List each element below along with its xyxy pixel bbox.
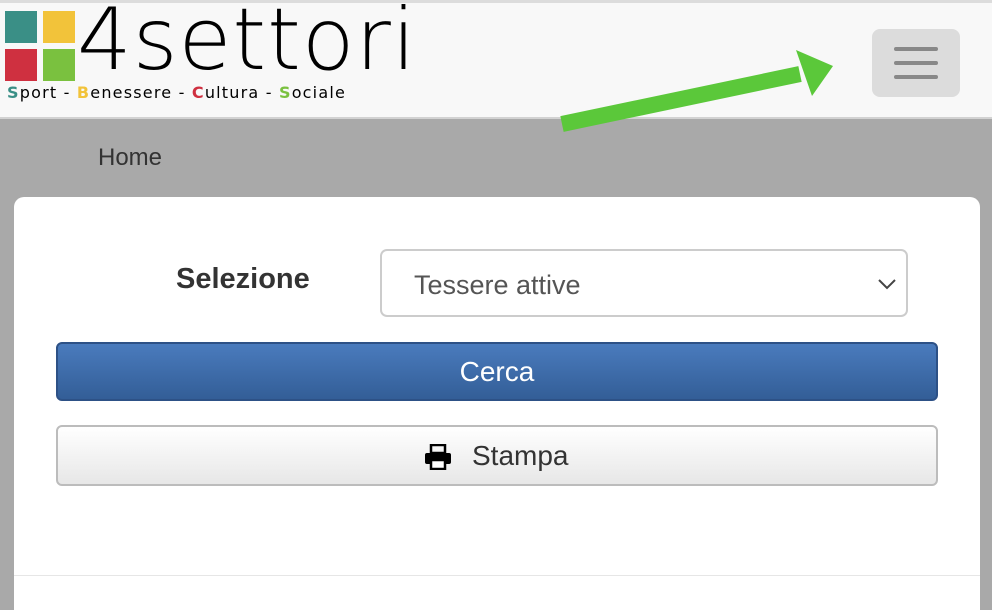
cerca-button[interactable]: Cerca — [56, 342, 938, 401]
menu-toggle-button[interactable] — [872, 29, 960, 97]
logo-square-teal — [5, 11, 37, 43]
print-icon — [425, 444, 451, 470]
navbar: 4settori Sport - Benessere - Cultura - S… — [0, 0, 992, 119]
selezione-select[interactable]: Tessere attive — [380, 249, 908, 317]
select-value: Tessere attive — [414, 270, 581, 300]
logo-square-green — [43, 49, 75, 81]
stampa-label: Stampa — [472, 440, 569, 471]
logo-square-red — [5, 49, 37, 81]
search-card: Selezione Tessere attive Cerca Stampa — [14, 197, 980, 610]
logo-square-yellow — [43, 11, 75, 43]
logo-tagline: Sport - Benessere - Cultura - Sociale — [7, 83, 347, 102]
stampa-button[interactable]: Stampa — [56, 425, 938, 486]
logo[interactable]: 4settori Sport - Benessere - Cultura - S… — [5, 0, 416, 106]
chevron-down-icon — [878, 279, 896, 290]
card-divider — [14, 575, 980, 576]
selezione-label: Selezione — [176, 263, 310, 295]
breadcrumb-home[interactable]: Home — [98, 144, 162, 172]
logo-wordmark: 4settori — [77, 0, 417, 90]
